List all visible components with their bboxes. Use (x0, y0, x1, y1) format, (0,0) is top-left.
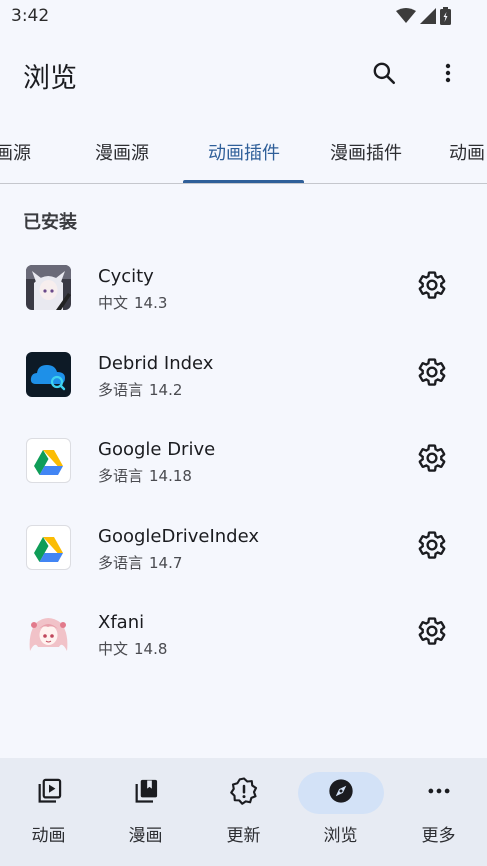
nav-pill (396, 772, 482, 814)
extension-settings-button[interactable] (412, 613, 452, 653)
anime-girl-avatar-icon (26, 611, 71, 656)
gear-icon (417, 616, 447, 650)
extension-language: 多语言 (98, 467, 144, 485)
play-library-icon (35, 777, 63, 809)
tab-manga-extensions[interactable]: 漫画插件 (305, 120, 427, 183)
nav-pill (6, 772, 92, 814)
extension-language: 多语言 (98, 381, 144, 399)
signal-icon (420, 8, 436, 28)
extension-name: GoogleDriveIndex (98, 526, 260, 547)
battery-icon (440, 7, 451, 29)
extension-settings-button[interactable] (412, 354, 452, 394)
extension-version: 14.7 (149, 554, 183, 572)
extension-row-googledriveindex[interactable]: GoogleDriveIndex 多语言 14.7 (0, 505, 487, 591)
status-bar: 3:42 (0, 0, 487, 34)
google-drive-icon (26, 525, 71, 570)
book-library-icon (132, 777, 160, 809)
nav-label: 更新 (226, 826, 261, 846)
more-horiz-icon (426, 778, 452, 808)
extension-name: Xfani (98, 612, 145, 633)
anime-girl-avatar-icon (26, 265, 71, 310)
extension-version: 14.8 (134, 640, 168, 658)
installed-section-header: 已安装 (23, 212, 77, 233)
gear-icon (417, 530, 447, 564)
nav-item-manga[interactable]: 漫画 (97, 758, 194, 866)
page-title: 浏览 (23, 63, 77, 94)
nav-pill (201, 772, 287, 814)
extension-row-debrid-index[interactable]: Debrid Index 多语言 14.2 (0, 332, 487, 418)
google-drive-icon (26, 438, 71, 483)
status-icons (396, 7, 451, 29)
gear-icon (417, 443, 447, 477)
tab-indicator (183, 180, 304, 183)
extension-settings-button[interactable] (412, 527, 452, 567)
tab-manga-source[interactable]: 漫画源 (61, 120, 183, 183)
nav-item-more[interactable]: 更多 (390, 758, 487, 866)
extension-name: Cycity (98, 266, 154, 287)
extension-meta: 中文 14.8 (98, 638, 167, 659)
status-time: 3:42 (11, 6, 50, 26)
search-icon (371, 60, 397, 90)
extension-meta: 多语言 14.18 (98, 465, 192, 486)
nav-label: 更多 (421, 826, 456, 846)
extension-meta: 中文 14.3 (98, 292, 167, 313)
more-vert-icon (436, 61, 460, 89)
cloud-search-icon (26, 352, 71, 397)
extension-language: 多语言 (98, 554, 144, 572)
nav-item-anime[interactable]: 动画 (0, 758, 97, 866)
nav-label: 浏览 (323, 826, 358, 846)
alert-badge-icon (229, 776, 259, 810)
extension-version: 14.18 (149, 467, 192, 485)
nav-item-browse[interactable]: 浏览 (292, 758, 389, 866)
extension-name: Google Drive (98, 439, 216, 460)
bottom-navigation: 动画 漫画 更新 浏览 更多 (0, 758, 487, 866)
extension-meta: 多语言 14.7 (98, 552, 182, 573)
compass-icon (327, 777, 355, 809)
gear-icon (417, 270, 447, 304)
extension-settings-button[interactable] (412, 267, 452, 307)
wifi-icon (396, 8, 416, 28)
extension-language: 中文 (98, 294, 129, 312)
extension-version: 14.3 (134, 294, 168, 312)
more-options-button[interactable] (428, 55, 468, 95)
nav-item-updates[interactable]: 更新 (195, 758, 292, 866)
nav-label: 漫画 (128, 826, 163, 846)
search-button[interactable] (364, 55, 404, 95)
nav-pill-active (297, 772, 384, 814)
extension-language: 中文 (98, 640, 129, 658)
nav-pill (103, 772, 189, 814)
extension-row-cycity[interactable]: Cycity 中文 14.3 (0, 245, 487, 331)
top-app-bar: 浏览 (0, 34, 487, 118)
tab-bar: 画源 漫画源 动画插件 漫画插件 动画 (0, 120, 487, 184)
tab-anime-extensions[interactable]: 动画插件 (183, 120, 305, 183)
gear-icon (417, 357, 447, 391)
extension-meta: 多语言 14.2 (98, 379, 182, 400)
extension-row-xfani[interactable]: Xfani 中文 14.8 (0, 591, 487, 677)
tab-anime-more[interactable]: 动画 (428, 120, 487, 183)
extension-row-google-drive[interactable]: Google Drive 多语言 14.18 (0, 418, 487, 504)
extension-name: Debrid Index (98, 353, 214, 374)
extension-settings-button[interactable] (412, 440, 452, 480)
nav-label: 动画 (31, 826, 66, 846)
extension-version: 14.2 (149, 381, 183, 399)
